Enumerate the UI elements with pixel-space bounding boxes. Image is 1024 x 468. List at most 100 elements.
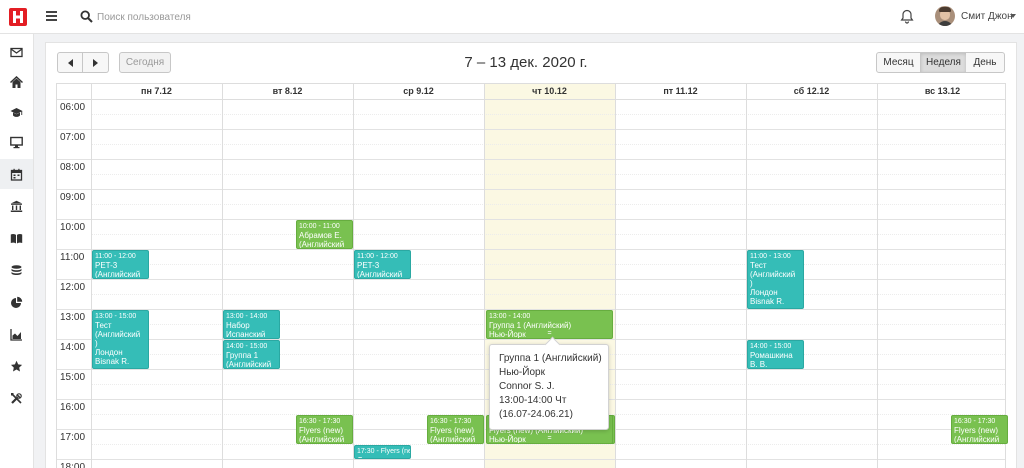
event-time: 16:30 - 17:30 xyxy=(430,418,472,425)
calendar-event[interactable]: 11:00 - 13:00 Тест (Английский) Лондон Bisna… xyxy=(747,250,804,309)
time-label: 06:00 xyxy=(60,102,86,113)
time-label: 11:00 xyxy=(60,252,85,263)
sidebar-item-mail[interactable] xyxy=(0,37,33,67)
event-text: Flyers (new) xyxy=(299,426,344,435)
tooltip-line: (16.07-24.06.21) xyxy=(499,409,573,420)
hour-line xyxy=(57,459,1005,460)
event-text: (Английский xyxy=(95,330,141,339)
calendar-event[interactable]: 16:30 - 17:30Flyers (new)(Английский xyxy=(296,415,353,444)
calendar-event[interactable]: 11:00 - 12:00 PET-3 (Английский xyxy=(354,250,411,279)
next-week-button[interactable] xyxy=(83,52,109,73)
calendar-event[interactable]: 13:00 - 15:00 Тест (Английский) Лондон Bisna… xyxy=(92,310,149,369)
day-header[interactable]: чт 10.12 xyxy=(484,84,615,99)
area-chart-icon xyxy=(10,328,22,341)
user-name[interactable]: Смит Джон xyxy=(961,11,1013,22)
day-header[interactable]: вт 8.12 xyxy=(222,84,353,99)
star-icon xyxy=(11,360,23,371)
tooltip-line: Группа 1 (Английский) xyxy=(499,353,602,364)
tools-icon xyxy=(11,392,22,404)
event-time: 14:00 - 15:00 xyxy=(750,343,792,350)
day-header[interactable]: пн 7.12 xyxy=(91,84,222,99)
event-text: (Английский xyxy=(95,270,141,279)
calendar-event[interactable]: 16:30 - 17:30Flyers (new)(Английский xyxy=(951,415,1008,444)
sidebar-item-settings[interactable] xyxy=(0,383,33,413)
event-time: 16:30 - 17:30 xyxy=(299,418,341,425)
time-label: 10:00 xyxy=(60,222,86,233)
calendar-event[interactable]: 11:00 - 12:00 PET-3 (Английский xyxy=(92,250,149,279)
event-text: (Английский xyxy=(430,435,476,444)
time-label: 14:00 xyxy=(60,342,86,353)
event-time: 11:00 - 13:00 xyxy=(750,253,791,260)
event-time: 11:00 - 12:00 xyxy=(357,253,398,260)
day-header[interactable]: вс 13.12 xyxy=(877,84,1008,99)
event-text: В. В. xyxy=(750,360,768,369)
event-text: (Английский xyxy=(750,270,796,279)
resize-handle-icon[interactable]: = xyxy=(548,330,552,337)
event-text: Испанский xyxy=(226,330,266,339)
event-text: Лондон xyxy=(95,348,123,357)
bank-icon xyxy=(10,200,23,212)
tooltip-line: 13:00-14:00 Чт xyxy=(499,395,567,406)
sidebar-item-library[interactable] xyxy=(0,223,33,253)
calendar-event[interactable]: 17:30 - Flyers (neЛондон xyxy=(354,445,411,459)
half-hour-line xyxy=(91,234,1005,235)
resize-handle-icon[interactable]: = xyxy=(548,435,552,442)
event-text: Тест xyxy=(95,321,112,330)
event-text: (Английский xyxy=(954,435,1000,444)
search-input[interactable] xyxy=(97,8,337,26)
event-time: 10:00 - 11:00 xyxy=(299,223,340,230)
event-text: ) xyxy=(750,279,753,288)
calendar-event[interactable]: 16:30 - 17:30Flyers (new)(Английский xyxy=(427,415,484,444)
prev-week-button[interactable] xyxy=(57,52,83,73)
sidebar-item-analytics[interactable] xyxy=(0,319,33,349)
calendar-event[interactable]: 13:00 - 14:00 Набор Испанский xyxy=(223,310,280,339)
half-hour-line xyxy=(91,294,1005,295)
half-hour-line xyxy=(91,114,1005,115)
avatar[interactable] xyxy=(935,6,955,26)
event-text: Bisnak R. xyxy=(95,357,130,366)
half-hour-line xyxy=(91,204,1005,205)
sidebar-item-home[interactable] xyxy=(0,67,33,97)
view-day-button[interactable]: День xyxy=(966,52,1005,73)
today-button[interactable]: Сегодня xyxy=(119,52,171,73)
hour-line xyxy=(57,339,1005,340)
chevron-down-icon[interactable] xyxy=(1010,14,1016,18)
hour-line xyxy=(57,129,1005,130)
menu-toggle-icon[interactable] xyxy=(46,11,57,21)
time-label: 07:00 xyxy=(60,132,86,143)
view-week-button[interactable]: Неделя xyxy=(920,52,967,73)
pie-chart-icon xyxy=(11,296,23,308)
event-text: PET-3 xyxy=(95,261,118,270)
event-time: 14:00 - 15:00 xyxy=(226,343,268,350)
sidebar-item-finance[interactable] xyxy=(0,255,33,285)
calendar-event[interactable]: 14:00 - 15:00 Группа 1 (Английский xyxy=(223,340,280,369)
header-divider xyxy=(57,99,1005,100)
sidebar-item-ratings[interactable] xyxy=(0,351,33,381)
day-header[interactable]: пт 11.12 xyxy=(615,84,746,99)
calendar-event[interactable]: 14:00 - 15:00 Ромашкина В. В. xyxy=(747,340,804,369)
day-header[interactable]: сб 12.12 xyxy=(746,84,877,99)
sidebar-item-education[interactable] xyxy=(0,97,33,127)
sidebar-item-bank[interactable] xyxy=(0,191,33,221)
sidebar-item-reports[interactable] xyxy=(0,287,33,317)
time-label: 15:00 xyxy=(60,372,86,383)
sidebar-item-monitor[interactable] xyxy=(0,127,33,157)
event-time: 16:30 - 17:30 xyxy=(954,418,996,425)
event-time: 13:00 - 15:00 xyxy=(95,313,137,320)
sidebar-item-calendar[interactable] xyxy=(0,159,33,189)
mail-icon xyxy=(10,47,23,57)
logo-icon[interactable] xyxy=(8,7,28,27)
event-time: 13:00 - 14:00 xyxy=(226,313,268,320)
time-label: 08:00 xyxy=(60,162,86,173)
day-header[interactable]: ср 9.12 xyxy=(353,84,484,99)
calendar-event[interactable]: 13:00 - 14:00 Группа 1 (Английский) Нью-Йо… xyxy=(486,310,613,339)
calendar-event[interactable]: 10:00 - 11:00 Абрамов Е. (Английский xyxy=(296,220,353,249)
day-column-line xyxy=(877,84,878,468)
view-month-button[interactable]: Месяц xyxy=(876,52,921,73)
monitor-icon xyxy=(10,136,23,148)
time-label: 18:00 xyxy=(60,462,86,468)
event-text: Группа 1 (Английский) xyxy=(489,321,572,330)
event-text: ) xyxy=(95,339,98,348)
calendar-icon xyxy=(10,168,23,181)
bell-icon[interactable] xyxy=(900,9,914,24)
